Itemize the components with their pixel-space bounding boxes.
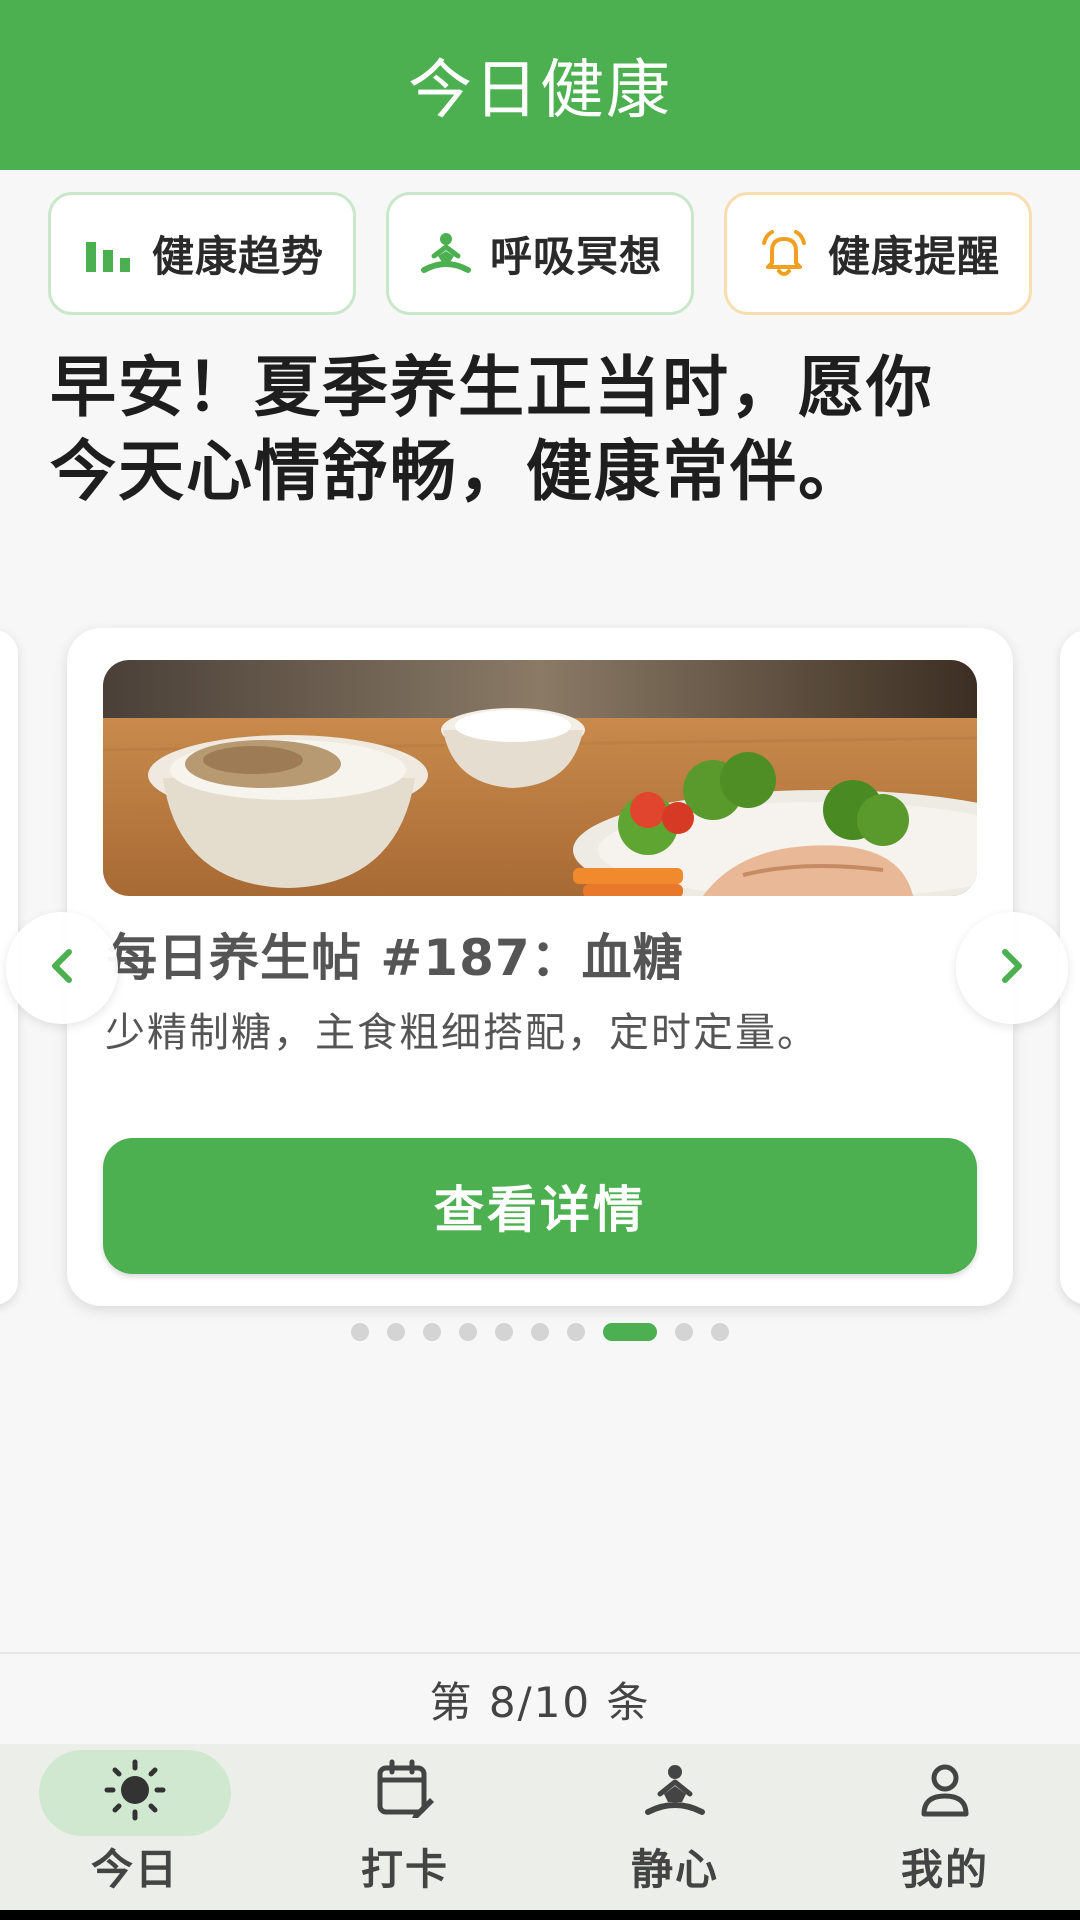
health-reminder-label: 健康提醒 [827,232,1000,281]
bottom-navigation: 今日 打卡 静心 我的 [0,1744,1080,1910]
health-trends-button[interactable]: 健康趋势 [48,192,356,315]
tip-title: 每日养生帖 #187：血糖 [107,929,684,987]
nav-item-profile[interactable]: 我的 [810,1744,1080,1910]
healthy-meal-image [103,660,977,896]
pagination-dots [0,1323,1080,1341]
nav-item-today[interactable]: 今日 [0,1744,270,1910]
breathing-meditation-button[interactable]: 呼吸冥想 [386,192,694,315]
health-trends-label: 健康趋势 [151,232,324,281]
nav-label-meditate: 静心 [630,1845,719,1894]
user-icon [912,1758,978,1822]
view-details-label: 查看详情 [434,1181,646,1239]
pagination-dot[interactable] [675,1323,693,1341]
meditation-icon [642,1758,708,1822]
chevron-left-icon [45,946,79,990]
pagination-dot[interactable] [711,1323,729,1341]
chevron-right-icon [995,946,1029,990]
pagination-dot[interactable] [531,1323,549,1341]
nav-item-meditate[interactable]: 静心 [540,1744,810,1910]
page-counter: 第 8/10 条 [0,1652,1080,1744]
nav-label-checkin: 打卡 [360,1845,449,1894]
app-header: 今日健康 [0,0,1080,170]
bell-icon [756,226,812,282]
nav-label-today: 今日 [90,1845,179,1894]
pagination-dot[interactable] [387,1323,405,1341]
greeting-text: 早安！夏季养生正当时，愿你今天心情舒畅，健康常伴。 [50,349,934,510]
tip-card: 每日养生帖 #187：血糖 少精制糖，主食粗细搭配，定时定量。 查看详情 [67,628,1013,1306]
breathing-meditation-label: 呼吸冥想 [489,232,662,281]
sun-icon [102,1758,168,1822]
quick-actions: 健康趋势 呼吸冥想 健康提醒 [48,192,1032,315]
pagination-dot[interactable] [459,1323,477,1341]
pagination-dot[interactable] [495,1323,513,1341]
health-reminder-button[interactable]: 健康提醒 [724,192,1032,315]
pagination-dot-active[interactable] [603,1323,657,1341]
calendar-check-icon [372,1758,438,1822]
page-counter-text: 第 8/10 条 [429,1677,651,1727]
pagination-dot[interactable] [351,1323,369,1341]
bar-chart-icon [80,226,136,282]
nav-item-checkin[interactable]: 打卡 [270,1744,540,1910]
next-arrow-button[interactable] [956,912,1068,1024]
page-title: 今日健康 [408,54,672,128]
meditation-icon [418,226,474,282]
tip-description: 少精制糖，主食粗细搭配，定时定量。 [105,1010,819,1056]
previous-arrow-button[interactable] [6,912,118,1024]
pagination-dot[interactable] [567,1323,585,1341]
system-nav-strip [0,1910,1080,1920]
nav-label-profile: 我的 [900,1845,989,1894]
app-root: 今日健康 健康趋势 呼吸冥想 健康提醒 早安！夏季养生正当时，愿你今天心情舒畅，… [0,0,1080,1920]
pagination-dot[interactable] [423,1323,441,1341]
view-details-button[interactable]: 查看详情 [103,1138,977,1274]
